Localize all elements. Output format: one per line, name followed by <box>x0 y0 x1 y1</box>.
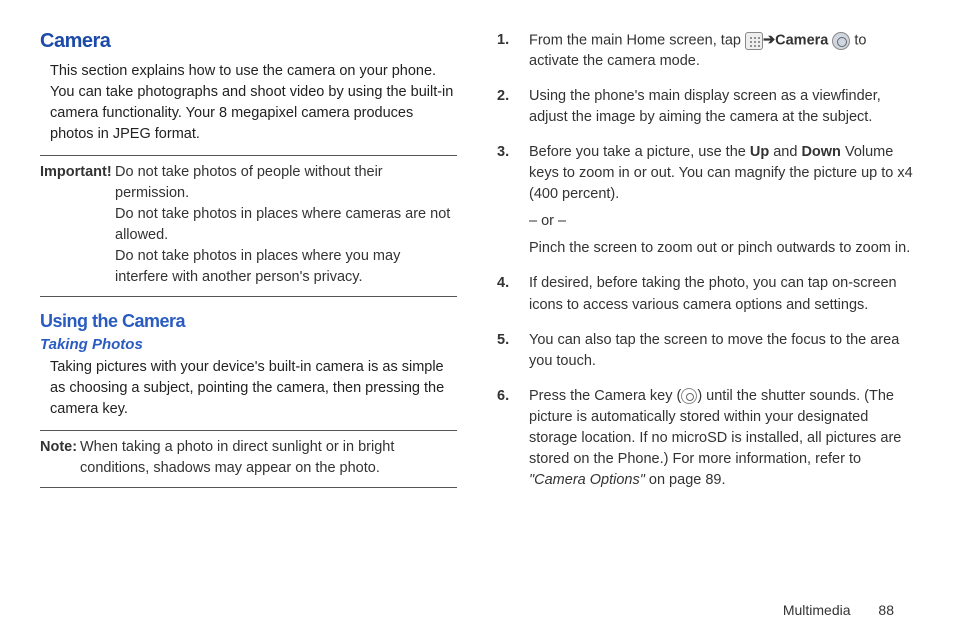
note-content: When taking a photo in direct sunlight o… <box>80 437 457 479</box>
step-item: If desired, before taking the photo, you… <box>497 273 914 315</box>
footer-page-number: 88 <box>878 602 894 618</box>
step-text: Before you take a picture, use the <box>529 144 750 160</box>
important-line: Do not take photos in places where you m… <box>115 246 457 288</box>
step-text: You can also tap the screen to move the … <box>529 332 899 369</box>
step-item: From the main Home screen, tap ➔ Camera … <box>497 30 914 72</box>
step-text: From the main Home screen, tap <box>529 32 745 48</box>
page-footer: Multimedia 88 <box>783 602 894 618</box>
important-block: Important! Do not take photos of people … <box>40 155 457 297</box>
important-label: Important! <box>40 162 112 183</box>
heading-using-camera: Using the Camera <box>40 311 457 332</box>
note-label: Note: <box>40 437 77 458</box>
apps-grid-icon <box>745 32 763 50</box>
left-column: Camera This section explains how to use … <box>40 30 457 505</box>
camera-label: Camera <box>775 32 828 48</box>
camera-key-icon <box>681 388 697 404</box>
important-line: Do not take photos of people without the… <box>115 162 457 204</box>
page-content: Camera This section explains how to use … <box>0 0 954 525</box>
down-key: Down <box>801 144 840 160</box>
step-text: and <box>769 144 801 160</box>
camera-app-icon <box>832 32 850 50</box>
step-item: You can also tap the screen to move the … <box>497 330 914 372</box>
step-text: Pinch the screen to zoom out or pinch ou… <box>529 238 914 259</box>
or-divider: – or – <box>529 211 914 232</box>
right-column: From the main Home screen, tap ➔ Camera … <box>497 30 914 505</box>
step-text: Using the phone's main display screen as… <box>529 88 881 125</box>
camera-options-ref: "Camera Options" <box>529 472 645 488</box>
heading-taking-photos: Taking Photos <box>40 336 457 353</box>
note-block: Note: When taking a photo in direct sunl… <box>40 430 457 488</box>
footer-section: Multimedia <box>783 602 851 618</box>
important-content: Do not take photos of people without the… <box>115 162 457 288</box>
camera-intro: This section explains how to use the cam… <box>40 61 457 145</box>
taking-photos-intro: Taking pictures with your device's built… <box>40 357 457 420</box>
arrow-right-icon: ➔ <box>763 30 775 51</box>
step-item: Using the phone's main display screen as… <box>497 86 914 128</box>
step-item: Press the Camera key () until the shutte… <box>497 386 914 491</box>
heading-camera: Camera <box>40 30 457 53</box>
important-line: Do not take photos in places where camer… <box>115 204 457 246</box>
up-key: Up <box>750 144 769 160</box>
step-text: on page 89. <box>645 472 726 488</box>
step-text: If desired, before taking the photo, you… <box>529 275 897 312</box>
steps-list: From the main Home screen, tap ➔ Camera … <box>497 30 914 491</box>
step-item: Before you take a picture, use the Up an… <box>497 142 914 259</box>
step-text: Press the Camera key ( <box>529 388 681 404</box>
